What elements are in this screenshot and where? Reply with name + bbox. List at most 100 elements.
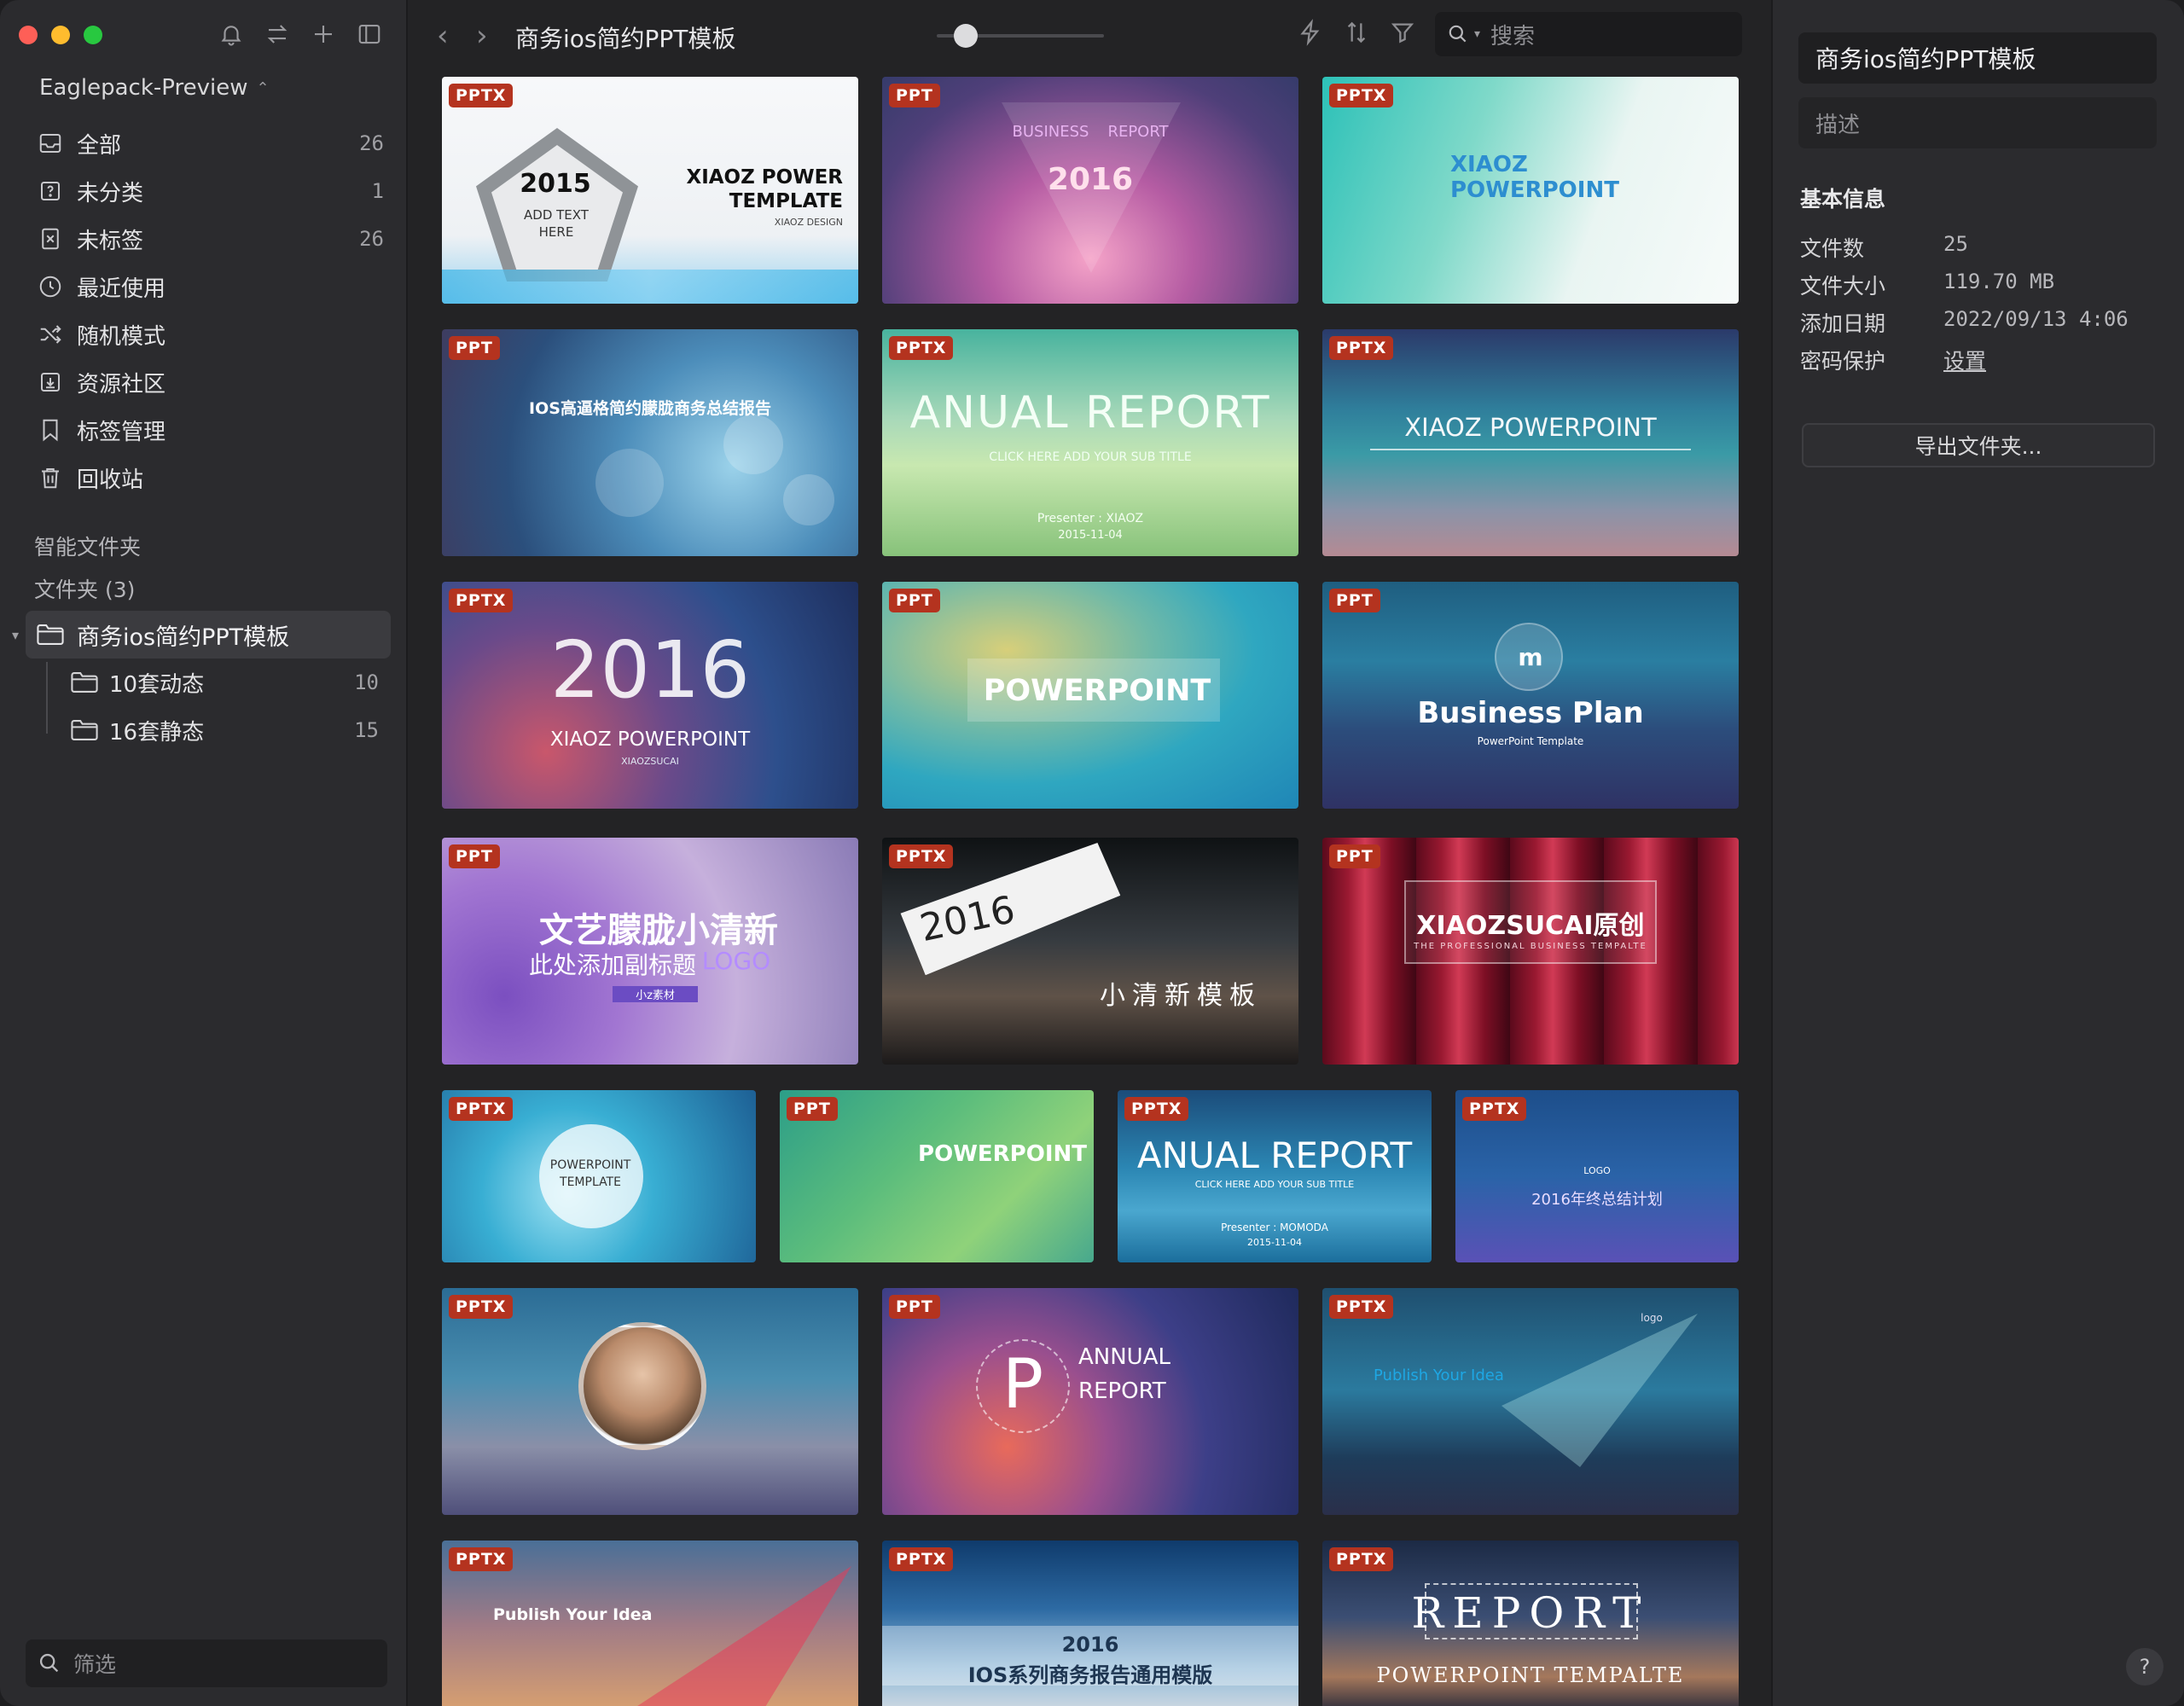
card-logo: LOGO <box>1583 1165 1611 1176</box>
card-caption: PowerPoint Template <box>1477 735 1584 747</box>
thumbnail-card[interactable]: BUSINESS REPORT 2016 PPT <box>882 77 1298 304</box>
info-key: 密码保护 <box>1800 349 1886 374</box>
card-caption: XIAOZSUCAI <box>621 756 679 767</box>
thumbnail-card[interactable]: 2016 IOS系列商务报告通用模版 PPTX <box>882 1541 1298 1706</box>
thumbnail-card[interactable]: 文艺朦胧小清新 此处添加副标题 LOGO 小z素材 PPT <box>442 838 858 1065</box>
thumbnail-card[interactable]: 2016 小清新模板 PPTX <box>882 838 1298 1065</box>
thumbnail-card[interactable]: Publish Your Idea PPTX <box>442 1541 858 1706</box>
thumbnail-card[interactable]: XIAOZSUCAI原创 THE PROFESSIONAL BUSINESS T… <box>1322 838 1739 1065</box>
untagged-icon <box>42 228 59 250</box>
file-type-badge: PPTX <box>1124 1097 1189 1121</box>
info-row: 文件数 25 <box>1800 232 2158 263</box>
card-title: XIAOZ POWER TEMPLATE <box>686 166 843 212</box>
folder-item-sub[interactable]: 10套动态 10 <box>43 659 392 706</box>
filter-input[interactable]: 筛选 <box>26 1639 387 1687</box>
info-key: 文件大小 <box>1800 274 1886 299</box>
sidebar-item-uncategorized[interactable]: 未分类 1 <box>26 167 392 215</box>
search-icon <box>1449 25 1467 43</box>
thumbnail-card[interactable]: POWERPOINT PPT <box>780 1090 1094 1262</box>
thumbnail-card[interactable]: Publish Your Idea logo PPTX <box>1322 1288 1739 1515</box>
thumbnail-card[interactable]: P ANNUAL REPORT PPT <box>882 1288 1298 1515</box>
thumbnail-size-slider[interactable] <box>937 24 1104 48</box>
sort-icon[interactable] <box>1343 19 1370 46</box>
card-title: Publish Your Idea <box>1374 1367 1504 1384</box>
search-placeholder: 搜索 <box>1490 23 1536 49</box>
thumbnail-card[interactable]: ANUAL REPORT CLICK HERE ADD YOUR SUB TIT… <box>882 329 1298 556</box>
card-subtitle: 小清新模板 <box>1100 981 1262 1011</box>
sidebar-item-count: 1 <box>371 179 384 203</box>
question-box-icon <box>41 182 60 200</box>
window-controls <box>19 26 102 44</box>
card-title: ANUAL REPORT <box>909 387 1271 438</box>
bell-icon[interactable] <box>218 19 244 49</box>
smart-folders-header[interactable]: 智能文件夹 <box>34 531 141 561</box>
back-button[interactable]: ‹ <box>437 19 449 53</box>
sort-arrows-icon[interactable] <box>264 19 290 49</box>
description-field[interactable]: 描述 <box>1798 97 2157 148</box>
sidebar-item-trash[interactable]: 回收站 <box>26 454 392 502</box>
file-type-badge: PPT <box>889 84 940 107</box>
info-key: 文件数 <box>1800 236 1865 261</box>
sidebar-nav: 全部 26 未分类 1 未标签 26 最近使用 随机模式 资源社区 标签管理 回… <box>26 119 392 502</box>
thumbnail-card[interactable]: POWERPOINT TEMPLATE PPTX <box>442 1090 756 1262</box>
folder-label: 16套静态 <box>109 719 205 746</box>
file-type-badge: PPTX <box>449 84 514 107</box>
export-folder-button[interactable]: 导出文件夹... <box>1802 423 2155 467</box>
folders-header[interactable]: 文件夹 (3) <box>34 573 135 604</box>
thumbnail-card[interactable]: 2016 XIAOZ POWERPOINT XIAOZSUCAI PPTX <box>442 582 858 809</box>
zoom-window-button[interactable] <box>84 26 102 44</box>
card-logo-text: P <box>1002 1344 1044 1424</box>
sidebar-item-random[interactable]: 随机模式 <box>26 310 392 358</box>
thumbnail-card[interactable]: PPTX <box>442 1288 858 1515</box>
chevron-down-icon[interactable]: ▾ <box>1474 27 1480 41</box>
card-logo-text: m <box>1518 643 1543 671</box>
close-window-button[interactable] <box>19 26 38 44</box>
thumbnail-card[interactable]: ANUAL REPORT CLICK HERE ADD YOUR SUB TIT… <box>1118 1090 1432 1262</box>
thumbnail-card[interactable]: XIAOZ POWERPOINT PPTX <box>1322 329 1739 556</box>
folder-item-root[interactable]: ▾ 商务ios简约PPT模板 <box>12 611 391 659</box>
library-name: Eaglepack-Preview <box>39 75 248 101</box>
search-input[interactable]: ▾ 搜索 <box>1435 12 1742 56</box>
sidebar-item-all[interactable]: 全部 26 <box>26 119 392 167</box>
card-title: REPORT <box>1078 1378 1166 1404</box>
folder-icon <box>37 624 64 645</box>
sidebar-item-community[interactable]: 资源社区 <box>26 358 392 406</box>
thumbnail-card[interactable]: POWERPOINT PPT <box>882 582 1298 809</box>
library-switcher[interactable]: Eaglepack-Preview ⌃ <box>39 75 270 101</box>
plus-icon[interactable] <box>311 19 336 49</box>
thumbnail-card[interactable]: XIAOZ POWERPOINT PPTX <box>1322 77 1739 304</box>
card-title: REPORT <box>1411 1588 1650 1638</box>
disclosure-triangle-icon[interactable]: ▾ <box>12 627 19 643</box>
thumbnail-card[interactable]: m Business Plan PowerPoint Template PPT <box>1322 582 1739 809</box>
sidebar-toggle-icon[interactable] <box>357 19 382 49</box>
thumbnail-card[interactable]: IOS高逼格简约朦胧商务总结报告 PPT <box>442 329 858 556</box>
sidebar-item-count: 26 <box>359 131 384 155</box>
file-type-badge: PPT <box>889 589 940 612</box>
folder-item-sub[interactable]: 16套静态 15 <box>43 706 392 754</box>
slider-knob[interactable] <box>954 24 978 48</box>
forward-button[interactable]: › <box>476 19 488 53</box>
minimize-window-button[interactable] <box>51 26 70 44</box>
card-tag: 小z素材 <box>613 986 698 1002</box>
card-title: 2016 <box>1061 1633 1119 1657</box>
card-title: XIAOZ <box>1450 152 1528 177</box>
file-type-badge: PPTX <box>449 589 514 612</box>
help-button[interactable]: ? <box>2126 1648 2164 1686</box>
sidebar-item-count: 26 <box>359 227 384 251</box>
lightning-icon[interactable] <box>1297 19 1324 46</box>
sidebar-item-label: 回收站 <box>77 467 144 493</box>
info-value: 119.70 MB <box>1943 270 2055 293</box>
file-type-badge: PPT <box>787 1097 838 1121</box>
sidebar-item-recent[interactable]: 最近使用 <box>26 263 392 310</box>
sidebar-item-untagged[interactable]: 未标签 26 <box>26 215 392 263</box>
folder-name-field[interactable]: 商务ios简约PPT模板 <box>1798 32 2157 84</box>
password-settings-link[interactable]: 设置 <box>1943 345 1986 375</box>
thumbnail-card[interactable]: REPORT POWERPOINT TEMPALTE PPTX <box>1322 1541 1739 1706</box>
trash-icon <box>42 468 59 489</box>
thumbnail-card[interactable]: LOGO 2016年终总结计划 PPTX <box>1455 1090 1739 1262</box>
file-type-badge: PPTX <box>1329 1547 1394 1571</box>
filter-funnel-icon[interactable] <box>1389 19 1416 46</box>
thumbnail-card[interactable]: 2015 ADD TEXT HERE XIAOZ POWER TEMPLATE … <box>442 77 858 304</box>
sidebar-item-tags[interactable]: 标签管理 <box>26 406 392 454</box>
card-title: IOS高逼格简约朦胧商务总结报告 <box>529 399 771 418</box>
